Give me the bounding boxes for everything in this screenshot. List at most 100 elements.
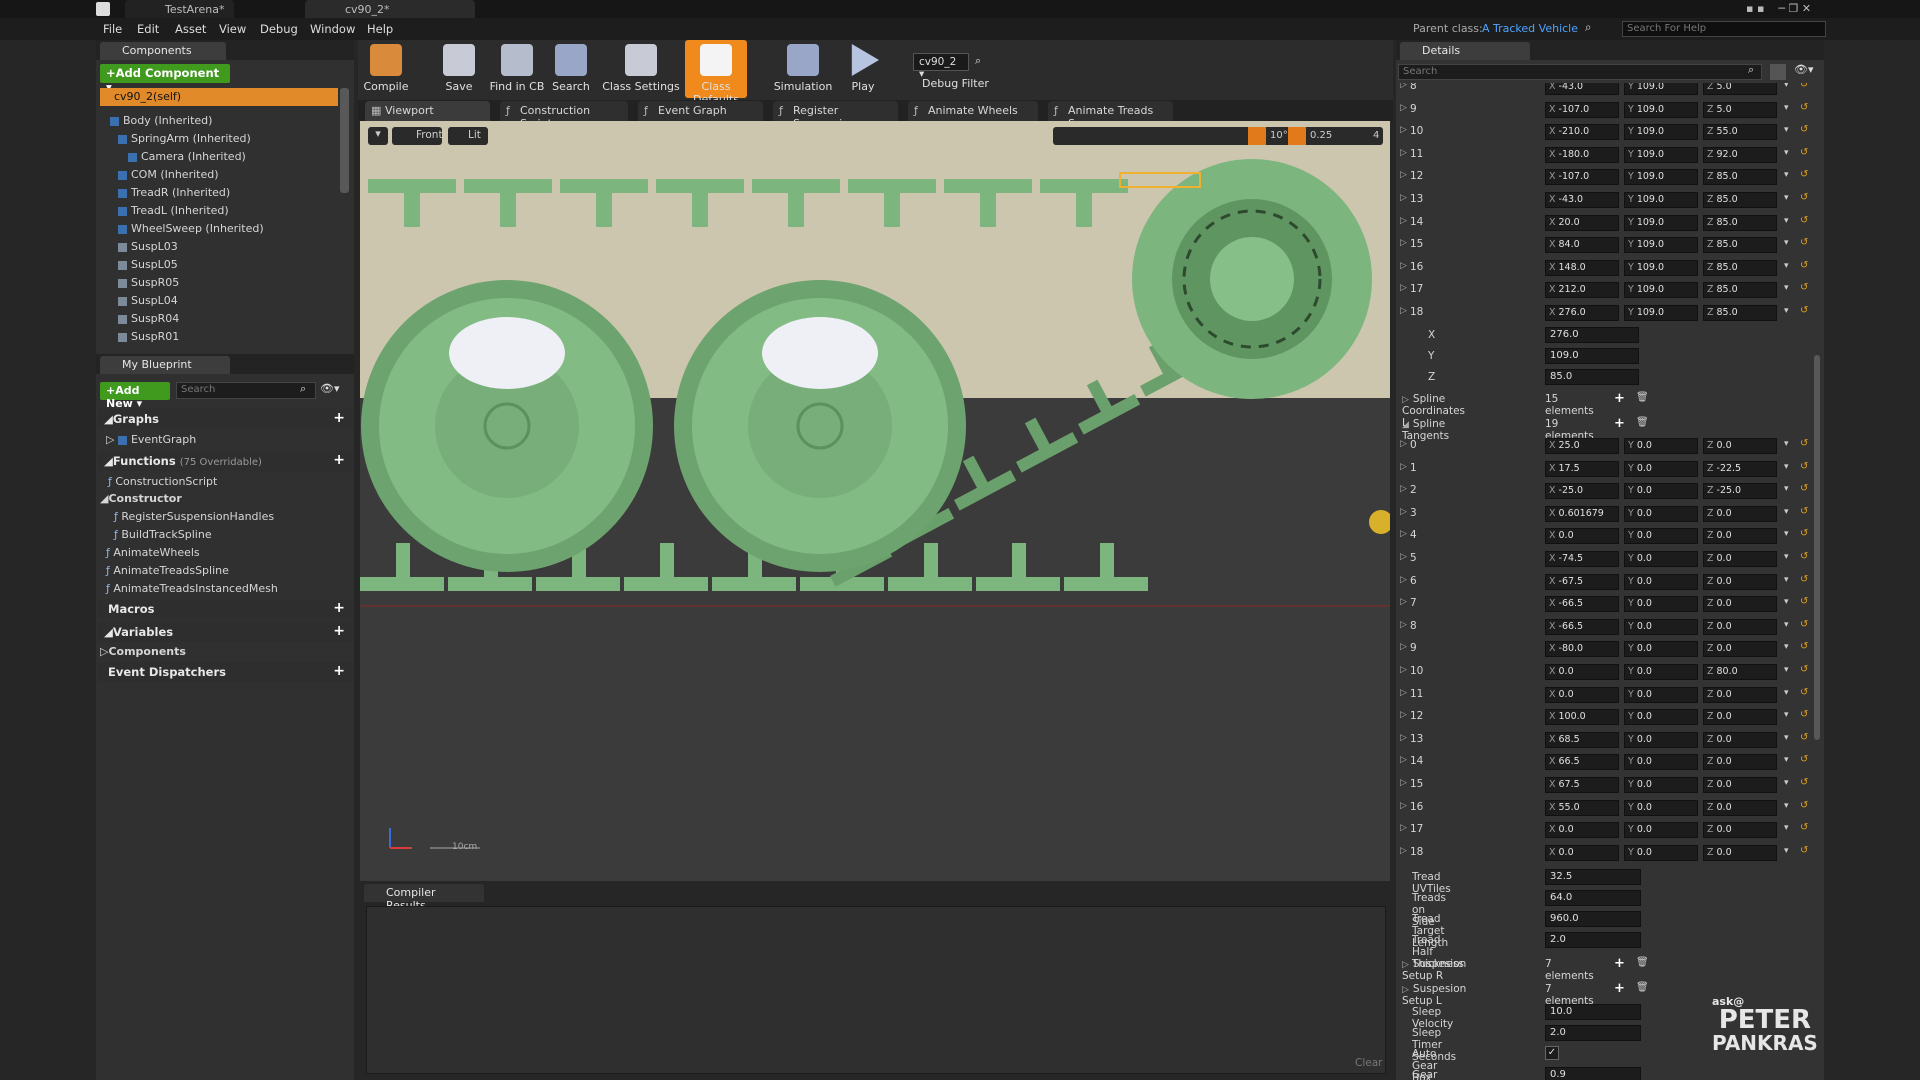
- add-element-icon[interactable]: +: [1614, 956, 1625, 971]
- details-search-input[interactable]: Search: [1398, 64, 1762, 80]
- reset-to-default-icon[interactable]: ↺: [1800, 124, 1808, 135]
- dropdown-arrow-icon[interactable]: ▾: [1784, 484, 1789, 494]
- expand-arrow-icon[interactable]: ▷: [1400, 148, 1407, 158]
- vector-x-field[interactable]: X -107.0: [1545, 169, 1619, 186]
- vector-x-field[interactable]: X 148.0: [1545, 259, 1619, 276]
- vector-z-field[interactable]: Z 0.0: [1703, 709, 1777, 726]
- lit-mode-button[interactable]: Lit: [448, 127, 488, 145]
- vector-z-field[interactable]: Z 85.0: [1703, 237, 1777, 254]
- dropdown-arrow-icon[interactable]: ▾: [1784, 83, 1789, 90]
- vector-y-field[interactable]: Y 0.0: [1624, 573, 1698, 590]
- add-macro-icon[interactable]: +: [333, 600, 345, 616]
- toolbar-button-compile[interactable]: Compile: [355, 40, 417, 98]
- dropdown-arrow-icon[interactable]: ▾: [1784, 439, 1789, 449]
- variables-section[interactable]: ◢Variables +: [98, 622, 353, 642]
- vector-x-field[interactable]: X 100.0: [1545, 709, 1619, 726]
- dropdown-arrow-icon[interactable]: ▾: [1784, 688, 1789, 698]
- reset-to-default-icon[interactable]: ↺: [1800, 800, 1808, 811]
- expand-arrow-icon[interactable]: ▷: [1400, 688, 1407, 698]
- vector-x-field[interactable]: X -74.5: [1545, 551, 1619, 567]
- dropdown-arrow-icon[interactable]: ▾: [1784, 552, 1789, 562]
- expand-arrow-icon[interactable]: ▷: [1400, 83, 1407, 90]
- vector-z-field[interactable]: Z 0.0: [1703, 844, 1777, 861]
- expand-arrow-icon[interactable]: ▷: [1400, 575, 1407, 585]
- expand-arrow-icon[interactable]: ▷: [1400, 823, 1407, 833]
- dropdown-arrow-icon[interactable]: ▾: [1784, 597, 1789, 607]
- component-item[interactable]: SuspL04: [118, 294, 178, 307]
- vector-y-field[interactable]: Y 0.0: [1624, 618, 1698, 635]
- add-element-icon[interactable]: +: [1614, 416, 1625, 431]
- dropdown-arrow-icon[interactable]: ▾: [1784, 193, 1789, 203]
- search-icon[interactable]: ⌕: [1585, 20, 1591, 35]
- dropdown-arrow-icon[interactable]: ▾: [1784, 462, 1789, 472]
- expand-arrow-icon[interactable]: ▷: [1400, 283, 1407, 293]
- viewport[interactable]: ▾ Front Lit 10° 0.25 4 10cm: [360, 121, 1390, 881]
- reset-to-default-icon[interactable]: ↺: [1800, 754, 1808, 765]
- event-dispatchers-section[interactable]: Event Dispatchers +: [98, 662, 353, 682]
- property-value-field[interactable]: 10.0: [1545, 1004, 1641, 1020]
- expand-arrow-icon[interactable]: ▷: [1400, 216, 1407, 226]
- vector-y-field[interactable]: Y 0.0: [1624, 799, 1698, 816]
- component-item[interactable]: SuspL05: [118, 258, 178, 271]
- vector-y-field[interactable]: Y 109.0: [1624, 83, 1698, 95]
- delete-elements-icon[interactable]: 🗑: [1636, 392, 1649, 403]
- vector-y-field[interactable]: Y 0.0: [1624, 664, 1698, 680]
- dropdown-arrow-icon[interactable]: ▾: [1784, 306, 1789, 316]
- details-scrollbar[interactable]: [1814, 355, 1820, 740]
- reset-to-default-icon[interactable]: ↺: [1800, 551, 1808, 562]
- function-item[interactable]: ƒ AnimateWheels: [106, 546, 200, 559]
- vector-x-field[interactable]: X 66.5: [1545, 754, 1619, 771]
- vector-x-field[interactable]: X 0.0: [1545, 664, 1619, 680]
- component-item[interactable]: TreadR (Inherited): [118, 186, 230, 199]
- vector-x-field[interactable]: X 0.0: [1545, 844, 1619, 861]
- expand-arrow-icon[interactable]: ▷: [1400, 484, 1407, 494]
- reset-to-default-icon[interactable]: ↺: [1800, 83, 1808, 90]
- vector-y-field[interactable]: Y 0.0: [1624, 709, 1698, 726]
- expand-arrow-icon[interactable]: ▷: [1400, 170, 1407, 180]
- vector-x-field[interactable]: X 0.0: [1545, 822, 1619, 839]
- reset-to-default-icon[interactable]: ↺: [1800, 574, 1808, 585]
- toolbar-button-simulation[interactable]: Simulation: [772, 40, 834, 98]
- expanded-x-field[interactable]: 276.0: [1545, 327, 1639, 343]
- dropdown-arrow-icon[interactable]: ▾: [1784, 665, 1789, 675]
- vector-x-field[interactable]: X 0.0: [1545, 528, 1619, 545]
- vector-x-field[interactable]: X 84.0: [1545, 237, 1619, 254]
- delete-elements-icon[interactable]: 🗑: [1636, 982, 1649, 993]
- expand-arrow-icon[interactable]: ▷: [1400, 778, 1407, 788]
- vector-z-field[interactable]: Z -25.0: [1703, 483, 1777, 500]
- dropdown-arrow-icon[interactable]: ▾: [1784, 103, 1789, 113]
- expand-arrow-icon[interactable]: ▷: [1400, 755, 1407, 765]
- toolbar-button-save[interactable]: Save: [428, 40, 490, 98]
- add-new-button[interactable]: +Add New ▾: [100, 382, 170, 410]
- functions-section[interactable]: ◢Functions (75 Overridable) +: [98, 451, 353, 471]
- editor-tab[interactable]: ƒConstruction Script: [500, 101, 628, 130]
- vector-z-field[interactable]: Z 5.0: [1703, 101, 1777, 118]
- expand-arrow-icon[interactable]: ▷: [1400, 439, 1407, 449]
- expand-arrow-icon[interactable]: ▷: [1400, 238, 1407, 248]
- dropdown-arrow-icon[interactable]: ▾: [1784, 170, 1789, 180]
- vector-y-field[interactable]: Y 0.0: [1624, 822, 1698, 839]
- vector-z-field[interactable]: Z 85.0: [1703, 259, 1777, 276]
- dropdown-arrow-icon[interactable]: ▾: [1784, 755, 1789, 765]
- reset-to-default-icon[interactable]: ↺: [1800, 237, 1808, 248]
- expanded-z-field[interactable]: 85.0: [1545, 369, 1639, 385]
- viewport-transform-toolbar[interactable]: [1053, 127, 1383, 145]
- dropdown-arrow-icon[interactable]: ▾: [1784, 823, 1789, 833]
- add-function-icon[interactable]: +: [333, 452, 345, 468]
- dropdown-arrow-icon[interactable]: ▾: [1784, 733, 1789, 743]
- vector-z-field[interactable]: Z 0.0: [1703, 505, 1777, 522]
- vector-z-field[interactable]: Z 0.0: [1703, 551, 1777, 567]
- construction-script-item[interactable]: ƒ ConstructionScript: [108, 475, 217, 488]
- property-value-field[interactable]: 960.0: [1545, 911, 1641, 927]
- vector-y-field[interactable]: Y 0.0: [1624, 731, 1698, 748]
- reset-to-default-icon[interactable]: ↺: [1800, 596, 1808, 607]
- vector-x-field[interactable]: X -66.5: [1545, 596, 1619, 613]
- vector-z-field[interactable]: Z 0.0: [1703, 777, 1777, 793]
- vector-z-field[interactable]: Z 0.0: [1703, 799, 1777, 816]
- reset-to-default-icon[interactable]: ↺: [1800, 732, 1808, 743]
- dropdown-arrow-icon[interactable]: ▾: [1784, 575, 1789, 585]
- expand-arrow-icon[interactable]: ▷: [1400, 710, 1407, 720]
- editor-tab[interactable]: ƒAnimate Treads Sp: [1048, 101, 1173, 130]
- delete-elements-icon[interactable]: 🗑: [1636, 957, 1649, 968]
- vector-y-field[interactable]: Y 0.0: [1624, 754, 1698, 771]
